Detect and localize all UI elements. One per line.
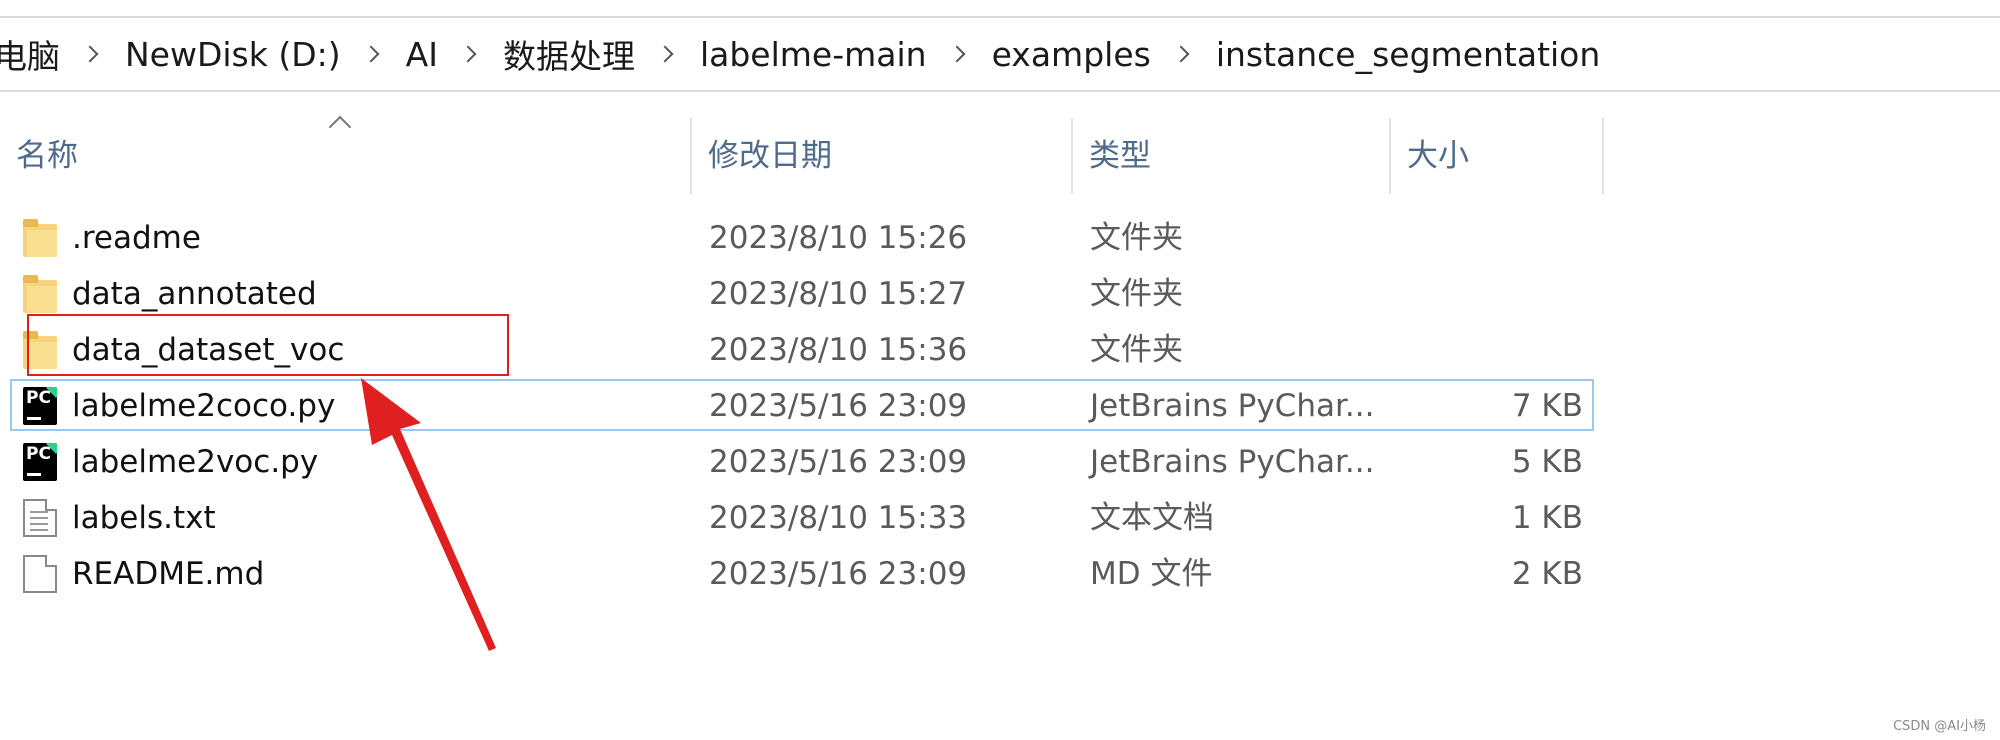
breadcrumb: 电脑 NewDisk (D:) AI 数据处理 labelme-main exa… <box>0 18 1600 90</box>
watermark: CSDN @AI小杨 <box>1893 719 1986 734</box>
file-size <box>1390 210 1583 266</box>
breadcrumb-item-ai[interactable]: AI <box>406 35 438 74</box>
file-size: 1 KB <box>1511 500 1583 536</box>
column-header-row: 名称 修改日期 类型 大小 <box>0 118 1604 194</box>
file-name: data_dataset_voc <box>72 332 345 368</box>
file-date-modified: 2023/8/10 15:27 <box>709 276 968 312</box>
file-size <box>1390 266 1583 322</box>
breadcrumb-item-labelme-main[interactable]: labelme-main <box>700 35 927 74</box>
chevron-right-icon[interactable] <box>362 45 380 63</box>
folder-icon <box>23 275 57 313</box>
column-header-size[interactable]: 大小 <box>1391 118 1604 194</box>
file-type: 文件夹 <box>1090 332 1183 368</box>
text-file-icon <box>23 499 57 537</box>
pycharm-file-icon: PC <box>23 387 57 425</box>
file-date-modified: 2023/8/10 15:33 <box>709 500 968 536</box>
file-size <box>1390 322 1583 378</box>
chevron-right-icon[interactable] <box>1172 45 1190 63</box>
breadcrumb-item-newdisk[interactable]: NewDisk (D:) <box>125 35 341 74</box>
file-name: labelme2voc.py <box>72 444 319 480</box>
breadcrumb-item-instance-segmentation[interactable]: instance_segmentation <box>1216 35 1600 74</box>
chevron-right-icon[interactable] <box>656 45 674 63</box>
pycharm-file-icon: PC <box>23 443 57 481</box>
file-row-readme-md[interactable]: README.md 2023/5/16 23:09 MD 文件 2 KB <box>0 546 1604 602</box>
file-row-labels-txt[interactable]: labels.txt 2023/8/10 15:33 文本文档 1 KB <box>0 490 1604 546</box>
file-type: 文件夹 <box>1090 276 1183 312</box>
file-type: JetBrains PyChar... <box>1090 388 1375 424</box>
file-type: 文本文档 <box>1090 500 1214 536</box>
column-header-type[interactable]: 类型 <box>1073 118 1391 194</box>
file-size: 5 KB <box>1511 444 1583 480</box>
file-date-modified: 2023/8/10 15:36 <box>709 332 968 368</box>
file-date-modified: 2023/5/16 23:09 <box>709 388 968 424</box>
breadcrumb-item-this-pc[interactable]: 电脑 <box>0 30 60 78</box>
column-header-date-modified[interactable]: 修改日期 <box>692 118 1073 194</box>
md-file-icon <box>23 555 57 593</box>
file-name: README.md <box>72 556 265 592</box>
file-row-labelme2voc[interactable]: PC labelme2voc.py 2023/5/16 23:09 JetBra… <box>0 434 1604 490</box>
file-name: .readme <box>72 220 201 256</box>
address-bar[interactable]: 电脑 NewDisk (D:) AI 数据处理 labelme-main exa… <box>0 16 2000 92</box>
column-header-name[interactable]: 名称 <box>0 118 692 194</box>
file-date-modified: 2023/5/16 23:09 <box>709 556 968 592</box>
file-row-data-dataset-voc[interactable]: data_dataset_voc 2023/8/10 15:36 文件夹 <box>0 322 1604 378</box>
file-date-modified: 2023/8/10 15:26 <box>709 220 968 256</box>
file-name: data_annotated <box>72 276 317 312</box>
file-row-data-annotated[interactable]: data_annotated 2023/8/10 15:27 文件夹 <box>0 266 1604 322</box>
file-type: MD 文件 <box>1090 556 1213 592</box>
breadcrumb-item-data-processing[interactable]: 数据处理 <box>503 30 635 78</box>
folder-icon <box>23 331 57 369</box>
file-row-labelme2coco[interactable]: PC labelme2coco.py 2023/5/16 23:09 JetBr… <box>0 378 1604 434</box>
file-row-readme-folder[interactable]: .readme 2023/8/10 15:26 文件夹 <box>0 210 1604 266</box>
file-date-modified: 2023/5/16 23:09 <box>709 444 968 480</box>
file-explorer-window: 电脑 NewDisk (D:) AI 数据处理 labelme-main exa… <box>0 0 2000 740</box>
breadcrumb-item-examples[interactable]: examples <box>992 35 1151 74</box>
chevron-right-icon[interactable] <box>81 45 99 63</box>
folder-icon <box>23 219 57 257</box>
file-name: labelme2coco.py <box>72 388 336 424</box>
chevron-right-icon[interactable] <box>948 45 966 63</box>
file-size: 2 KB <box>1511 556 1583 592</box>
file-type: JetBrains PyChar... <box>1090 444 1375 480</box>
file-list: .readme 2023/8/10 15:26 文件夹 data_annotat… <box>0 210 1604 602</box>
file-type: 文件夹 <box>1090 220 1183 256</box>
file-size: 7 KB <box>1511 388 1583 424</box>
chevron-right-icon[interactable] <box>459 45 477 63</box>
file-name: labels.txt <box>72 500 216 536</box>
